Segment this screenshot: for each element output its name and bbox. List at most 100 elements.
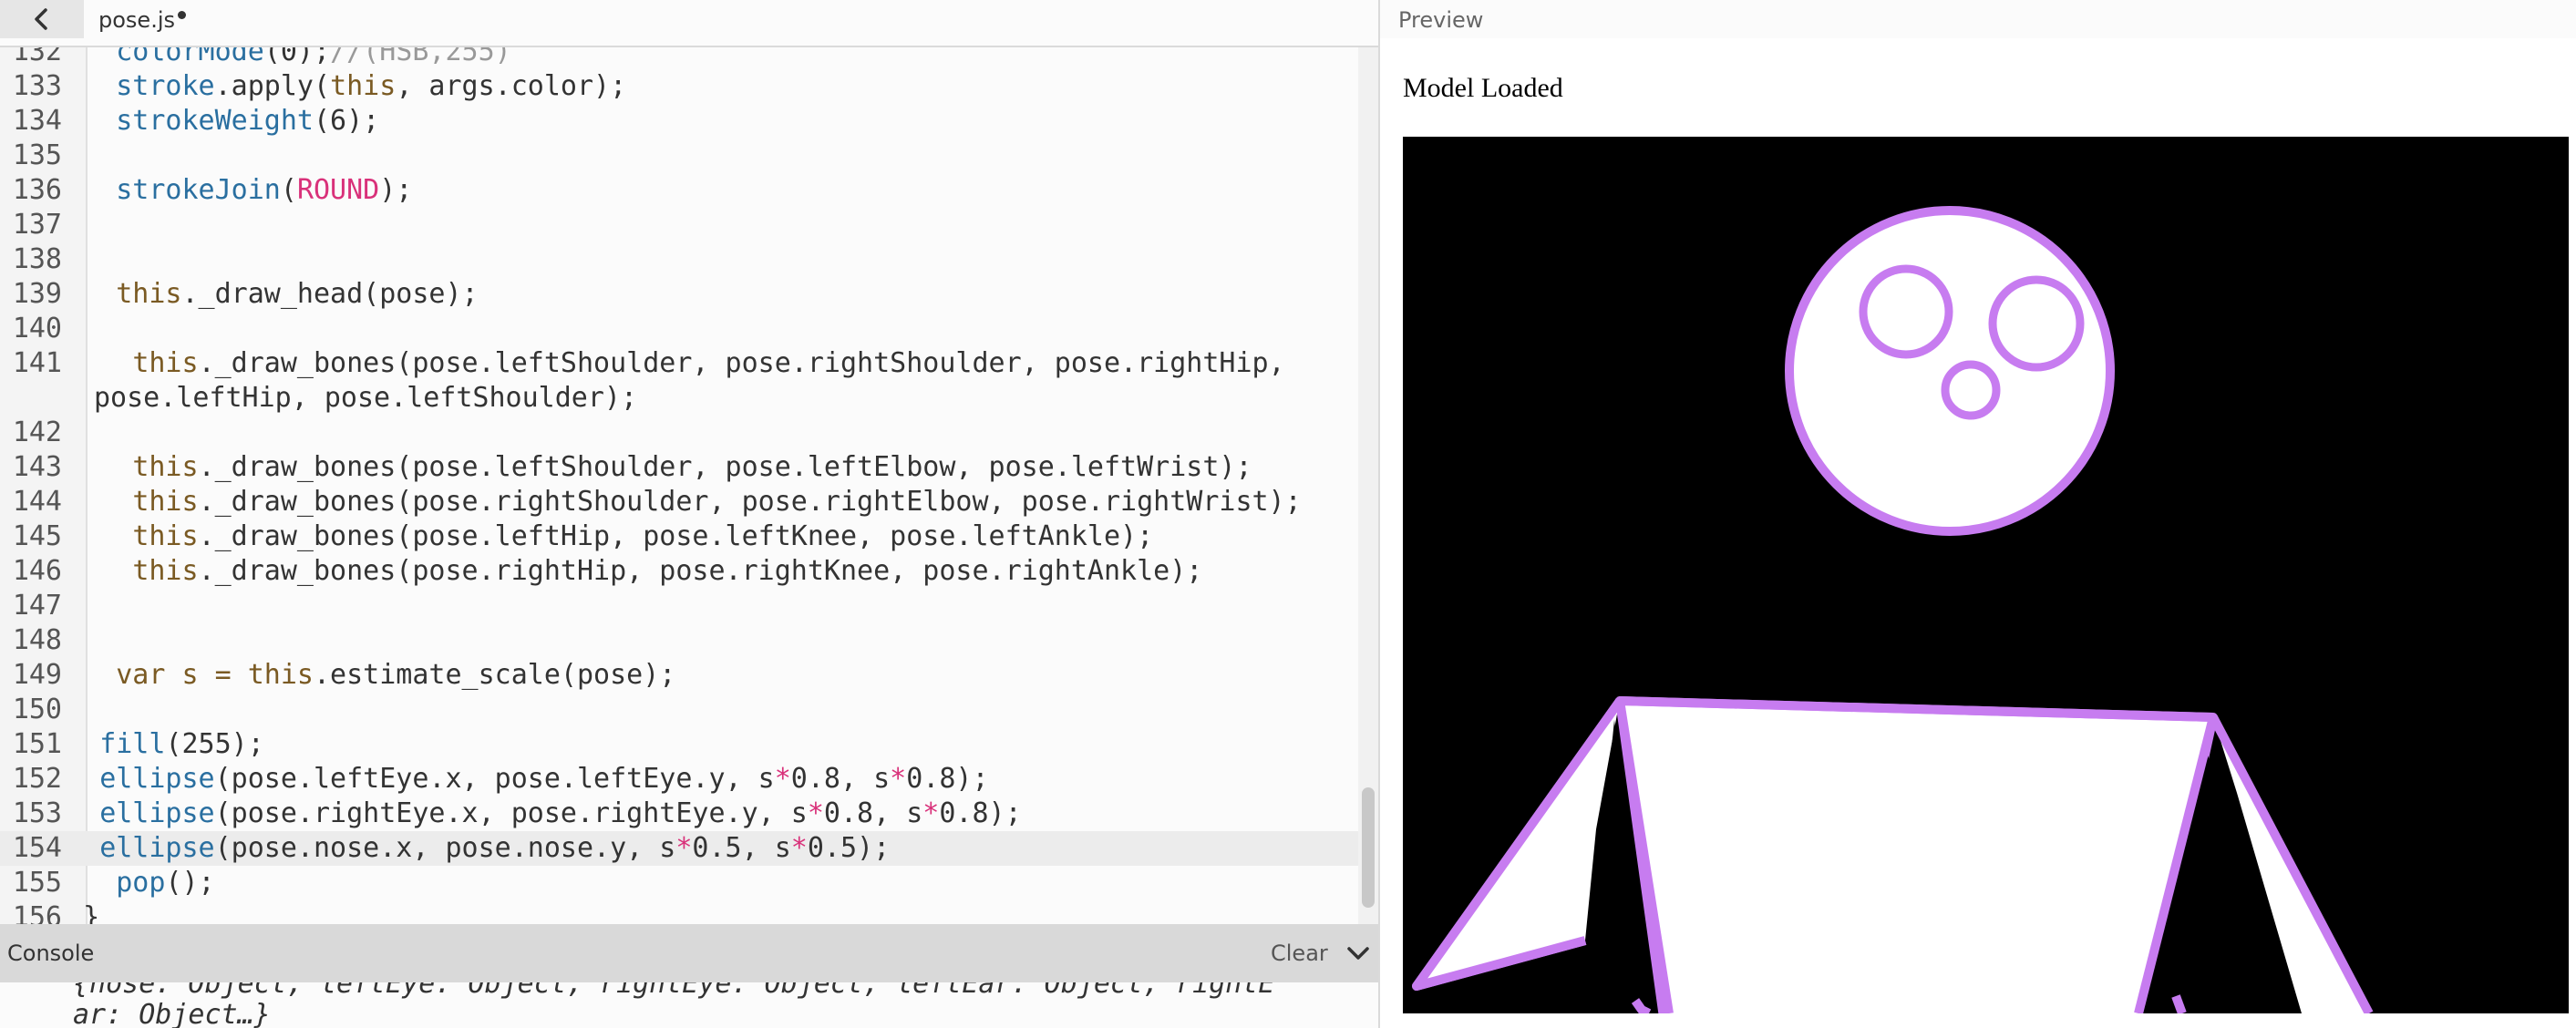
code-line[interactable]: 145 this._draw_bones(pose.leftHip, pose.… — [0, 519, 1358, 554]
code-text: this._draw_head(pose); — [50, 277, 1308, 312]
code-line[interactable]: 143 this._draw_bones(pose.leftShoulder, … — [0, 450, 1358, 485]
code-token: * — [790, 832, 808, 864]
code-token: ._draw_bones(pose.leftShoulder, pose.rig… — [198, 347, 1285, 379]
code-text: this._draw_bones(pose.leftHip, pose.left… — [50, 519, 1308, 554]
line-number: 135 — [12, 139, 62, 171]
code-line[interactable]: 133 stroke.apply(this, args.color); — [0, 69, 1358, 104]
code-token: ( — [280, 174, 297, 206]
code-token: * — [922, 797, 940, 829]
code-line[interactable]: 138 — [0, 242, 1358, 277]
code-token: (pose.nose.x, pose.nose.y, s — [214, 832, 676, 864]
code-text: ellipse(pose.nose.x, pose.nose.y, s*0.5,… — [50, 831, 1308, 866]
file-name: pose.js — [98, 7, 175, 33]
code-text: fill(255); — [50, 727, 1308, 762]
code-token: 0.8, s — [823, 797, 923, 829]
code-token: 0.5); — [807, 832, 891, 864]
code-line[interactable]: 140 — [0, 312, 1358, 346]
code-line[interactable]: 150 — [0, 693, 1358, 727]
editor-header: pose.js — [0, 0, 1378, 47]
console-log-line-continued: ar: Object…} — [73, 999, 271, 1028]
code-line[interactable]: 132 colorMode(0);//(HSB,255) — [0, 47, 1358, 69]
left-eye-circle — [1859, 264, 1953, 359]
code-text: pop(); — [50, 866, 1308, 900]
code-line[interactable]: 155 pop(); — [0, 866, 1358, 900]
model-status-text: Model Loaded — [1403, 73, 1563, 103]
code-text: strokeWeight(6); — [50, 104, 1308, 139]
console-header: Console Clear — [0, 924, 1378, 982]
console-clear-button[interactable]: Clear — [1271, 924, 1328, 982]
code-line[interactable]: 152 ellipse(pose.leftEye.x, pose.leftEye… — [0, 762, 1358, 797]
code-token: this — [50, 486, 199, 518]
code-text: this._draw_bones(pose.leftShoulder, pose… — [50, 346, 1308, 381]
code-line[interactable]: 149 var s = this.estimate_scale(pose); — [0, 658, 1358, 693]
code-token: (6); — [314, 105, 380, 137]
code-token: this — [330, 70, 397, 102]
code-line[interactable]: 147 — [0, 589, 1358, 623]
code-editor[interactable]: 132 colorMode(0);//(HSB,255) 133 stroke.a… — [0, 47, 1378, 924]
code-token: * — [675, 832, 693, 864]
code-text: strokeJoin(ROUND); — [50, 173, 1308, 208]
code-token: this — [50, 451, 199, 483]
code-lines[interactable]: 132 colorMode(0);//(HSB,255) 133 stroke.a… — [0, 47, 1358, 924]
code-line[interactable]: 142 — [0, 416, 1358, 450]
code-line[interactable]: 154 ellipse(pose.nose.x, pose.nose.y, s*… — [0, 831, 1358, 866]
console-output: {nose: Object, leftEye: Object, rightEye… — [0, 982, 1378, 1028]
code-token: (0); — [263, 47, 331, 67]
code-line[interactable]: 144 this._draw_bones(pose.rightShoulder,… — [0, 485, 1358, 519]
code-token: (pose.rightEye.x, pose.rightEye.y, s — [214, 797, 808, 829]
code-token: this — [50, 347, 199, 379]
code-token: ellipse — [50, 763, 215, 795]
code-text: ellipse(pose.rightEye.x, pose.rightEye.y… — [50, 797, 1308, 831]
unsaved-indicator-icon — [178, 10, 186, 19]
code-line[interactable]: 137 — [0, 208, 1358, 242]
code-token: ._draw_bones(pose.leftShoulder, pose.lef… — [198, 451, 1252, 483]
torso-shape — [1615, 696, 2218, 1013]
code-line[interactable]: 146 this._draw_bones(pose.rightHip, pose… — [0, 554, 1358, 589]
code-line[interactable]: 135 — [0, 139, 1358, 173]
chevron-left-icon — [35, 8, 47, 30]
code-line[interactable]: 148 — [0, 623, 1358, 658]
chevron-down-icon[interactable] — [1345, 941, 1371, 966]
back-button[interactable] — [0, 0, 84, 38]
preview-header: Preview — [1380, 0, 2576, 38]
code-token: this — [50, 520, 199, 552]
code-token: stroke — [50, 70, 215, 102]
code-line[interactable]: 151 fill(255); — [0, 727, 1358, 762]
preview-title: Preview — [1398, 7, 1484, 33]
editor-scrollbar-thumb[interactable] — [1362, 787, 1375, 908]
preview-pane: Model Loaded — [1380, 38, 2576, 1028]
code-token: 0.8, s — [790, 763, 891, 795]
line-number: 137 — [12, 209, 62, 241]
code-text: this._draw_bones(pose.rightShoulder, pos… — [50, 485, 1308, 519]
code-text: this._draw_bones(pose.leftShoulder, pose… — [50, 450, 1308, 485]
line-number: 138 — [12, 243, 62, 275]
code-token: this — [50, 555, 199, 587]
code-line[interactable]: 139 this._draw_head(pose); — [0, 277, 1358, 312]
code-text: } — [50, 900, 1308, 924]
code-line[interactable]: 134 strokeWeight(6); — [0, 104, 1358, 139]
code-text: stroke.apply(this, args.color); — [50, 69, 1308, 104]
code-text: ellipse(pose.leftEye.x, pose.leftEye.y, … — [50, 762, 1308, 797]
code-line[interactable]: 153 ellipse(pose.rightEye.x, pose.rightE… — [0, 797, 1358, 831]
console-log-line[interactable]: {nose: Object, leftEye: Object, rightEye… — [73, 982, 1275, 1000]
code-token: , args.color); — [396, 70, 627, 102]
line-number: 140 — [12, 313, 62, 344]
code-token: ._draw_head(pose); — [181, 278, 479, 310]
file-tab[interactable]: pose.js — [98, 4, 186, 36]
code-token: (pose.leftEye.x, pose.leftEye.y, s — [214, 763, 775, 795]
code-text: this._draw_bones(pose.rightHip, pose.rig… — [50, 554, 1308, 589]
code-token: } — [50, 901, 100, 924]
line-number: 142 — [12, 416, 62, 448]
line-number: 150 — [12, 694, 62, 725]
code-text: var s = this.estimate_scale(pose); — [50, 658, 1308, 693]
code-token: (); — [165, 867, 215, 899]
code-line[interactable]: 136 strokeJoin(ROUND); — [0, 173, 1358, 208]
sketch-canvas[interactable] — [1403, 137, 2569, 1013]
code-line[interactable]: 156 } — [0, 900, 1358, 924]
line-number: 147 — [12, 590, 62, 622]
code-line[interactable]: 141 this._draw_bones(pose.leftShoulder, … — [0, 346, 1358, 416]
code-token: ROUND — [296, 174, 380, 206]
code-token: this — [50, 278, 182, 310]
code-token: fill — [50, 728, 166, 760]
code-text: colorMode(0);//(HSB,255) — [50, 47, 1308, 69]
